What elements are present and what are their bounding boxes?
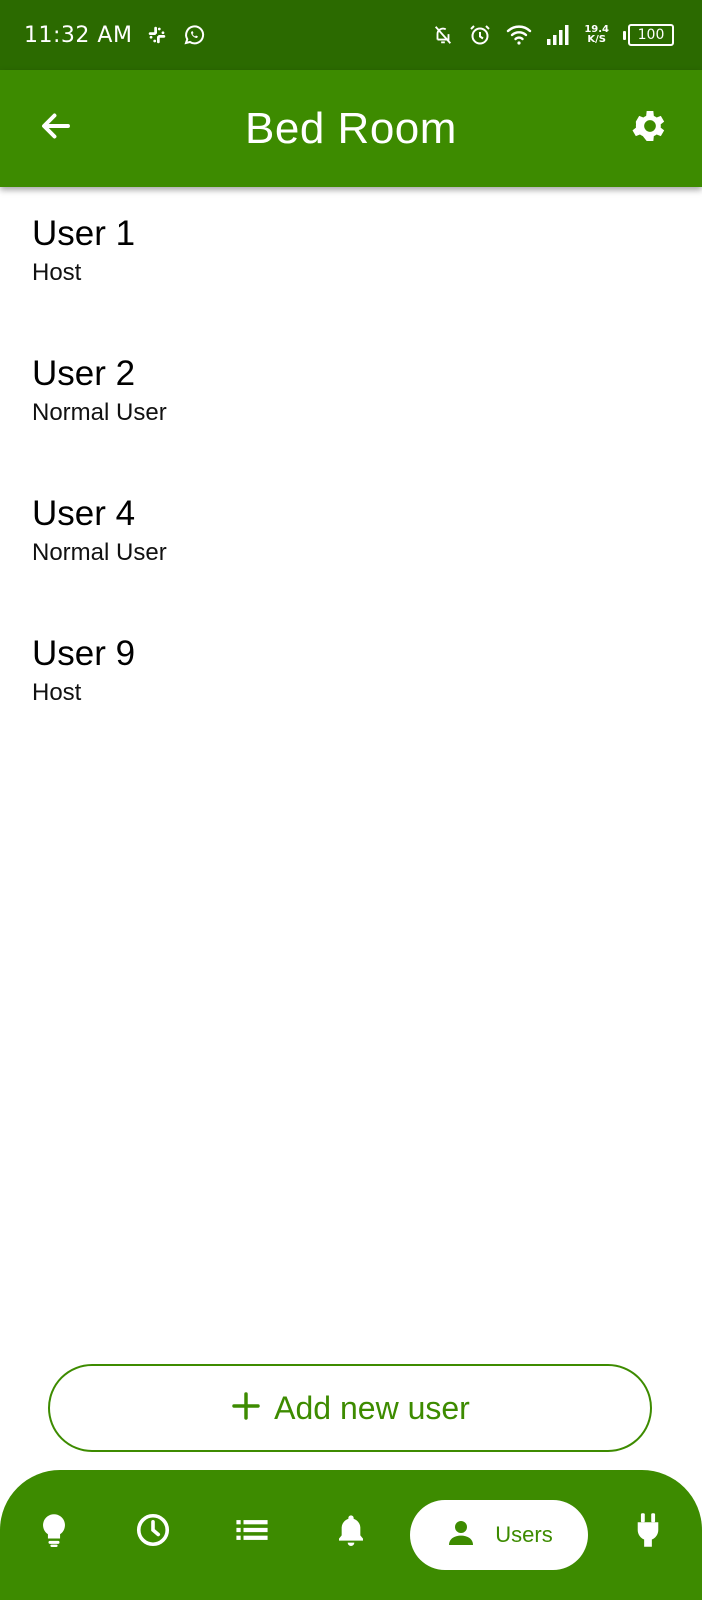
page-title: Bed Room [245,104,457,153]
user-role: Host [32,679,82,706]
nav-item-list[interactable] [220,1500,284,1564]
status-time: 11:32 AM [24,22,133,48]
bottom-nav: Users [0,1470,702,1600]
list-item[interactable]: User 2 Normal User [0,327,702,467]
plug-icon [634,1512,662,1552]
user-list: User 1 Host User 2 Normal User User 4 No… [0,187,702,747]
back-button[interactable] [26,98,86,158]
add-user-label: Add new user [274,1389,470,1426]
status-right: 19.4 K/S 100 [432,23,674,47]
nav-item-lights[interactable] [22,1500,86,1564]
settings-button[interactable] [620,98,680,158]
user-role: Normal User [32,399,167,426]
nav-item-notifications[interactable] [319,1500,383,1564]
nav-users-label: Users [495,1522,553,1547]
app-bar: Bed Room [0,70,702,187]
arrow-back-icon [38,108,74,148]
status-bar: 11:32 AM 19.4 K/S 100 [0,0,702,70]
user-name: User 9 [32,634,136,673]
user-name: User 1 [32,214,136,253]
net-speed-unit: K/S [587,34,606,45]
bell-icon [335,1512,367,1552]
nav-item-users[interactable]: Users [410,1500,588,1570]
signal-icon [546,25,570,45]
battery-cap [623,30,626,40]
clock-icon [135,1512,171,1552]
person-icon [445,1517,477,1553]
gear-icon [630,106,670,150]
battery-icon: 100 [623,24,674,46]
list-item[interactable]: User 9 Host [0,607,702,747]
screen: 11:32 AM 19.4 K/S 100 Bed Room User 1 Ho… [0,0,702,1600]
user-role: Host [32,259,82,286]
slack-icon [146,24,168,46]
notifications-off-icon [432,24,454,46]
list-icon [235,1515,269,1549]
lightbulb-icon [39,1513,69,1551]
nav-item-schedule[interactable] [121,1500,185,1564]
status-left: 11:32 AM [24,23,206,48]
wifi-icon [506,24,532,46]
whatsapp-icon [182,23,206,47]
add-user-button[interactable]: Add new user [48,1364,652,1452]
user-name: User 2 [32,354,136,393]
user-name: User 4 [32,494,136,533]
alarm-icon [468,23,492,47]
nav-item-plug[interactable] [616,1500,680,1564]
list-item[interactable]: User 4 Normal User [0,467,702,607]
plus-icon [230,1390,262,1426]
user-role: Normal User [32,539,167,566]
net-speed: 19.4 K/S [584,25,609,45]
battery-level: 100 [628,24,674,46]
list-item[interactable]: User 1 Host [0,187,702,327]
